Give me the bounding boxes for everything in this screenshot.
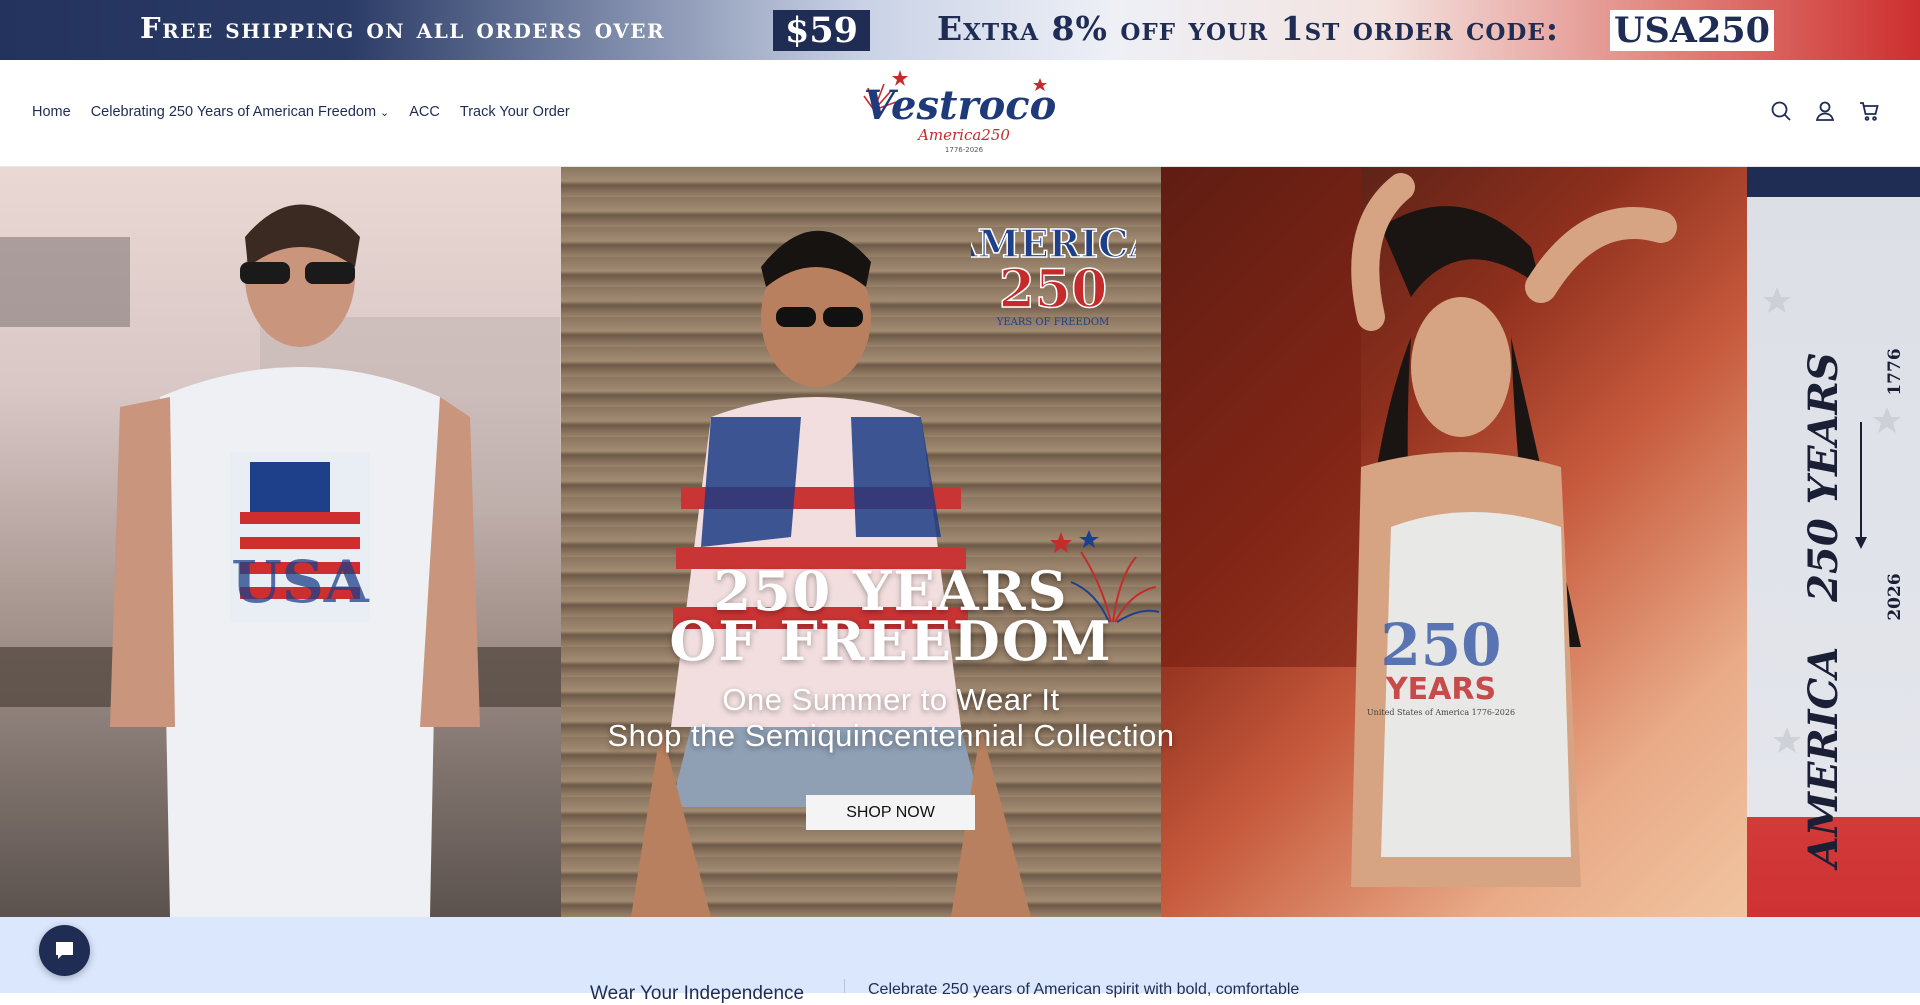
hero-panel-woman: 250 YEARS United States of America 1776-… xyxy=(1161,167,1747,917)
hero-sub-line-2: Shop the Semiquincentennial Collection xyxy=(607,718,1175,753)
nav-home[interactable]: Home xyxy=(32,104,71,120)
hero-subheadline: One Summer to Wear It Shop the Semiquinc… xyxy=(561,682,1221,754)
shirt-right-word: YEARS xyxy=(1385,672,1496,707)
side-text-america: AMERICA xyxy=(1800,647,1847,872)
account-icon[interactable] xyxy=(1814,100,1836,122)
search-icon[interactable] xyxy=(1770,100,1792,122)
america-250-badge: AMERICA 250 YEARS OF FREEDOM xyxy=(971,220,1136,328)
badge-sub-text: YEARS OF FREEDOM xyxy=(996,317,1110,328)
hero-banner[interactable]: USA AMERICA 250 YEARS OF FREEDOM xyxy=(0,167,1920,917)
promo-shipping-text: Free shipping on all orders over xyxy=(140,11,666,45)
intro-divider xyxy=(844,979,845,993)
shirt-right-number: 250 xyxy=(1380,611,1501,679)
nav-celebrating-label: Celebrating 250 Years of American Freedo… xyxy=(90,104,377,120)
hero-sub-line-1: One Summer to Wear It xyxy=(722,682,1060,717)
site-header: Home Celebrating 250 Years of American F… xyxy=(0,60,1920,167)
side-text-years: 250 YEARS xyxy=(1800,352,1847,603)
side-banner-graphic: 250 YEARS AMERICA 1776 2026 xyxy=(1763,287,1905,872)
promo-code: USA250 xyxy=(1610,10,1774,51)
chevron-down-icon: ⌄ xyxy=(380,107,390,119)
chat-button[interactable] xyxy=(39,925,90,976)
badge-number-text: 250 xyxy=(999,259,1108,320)
shirt-left-text: USA xyxy=(231,548,369,616)
header-icons xyxy=(1770,100,1880,122)
main-nav: Home Celebrating 250 Years of American F… xyxy=(32,104,570,120)
logo-tagline: America250 xyxy=(916,126,1010,144)
arrow-down-icon xyxy=(1855,422,1867,549)
hero-headline-line-2: OF FREEDOM xyxy=(669,609,1113,673)
250-years-print: 250 YEARS United States of America 1776-… xyxy=(1367,611,1515,717)
logo-brand-text: Vestroco xyxy=(864,82,1057,129)
usa-flag-print: USA xyxy=(230,452,370,622)
brand-logo[interactable]: Vestroco America250 1776-2026 xyxy=(860,66,1060,160)
intro-heading: Wear Your Independence xyxy=(590,983,805,1004)
intro-section: Wear Your Independence Celebrate 250 yea… xyxy=(0,917,1920,1004)
model-illustration-right xyxy=(1161,167,1677,887)
nav-acc[interactable]: ACC xyxy=(409,104,440,120)
promo-discount-text: Extra 8% off your 1st order code: xyxy=(937,9,1560,48)
cart-icon[interactable] xyxy=(1858,100,1880,122)
side-year-start: 1776 xyxy=(1885,348,1905,395)
intro-text: Celebrate 250 years of American spirit w… xyxy=(868,981,1300,998)
hero-panel-man-left: USA xyxy=(0,167,561,917)
side-year-end: 2026 xyxy=(1885,573,1905,620)
chat-icon xyxy=(56,942,73,959)
shop-now-button[interactable]: SHOP NOW xyxy=(806,795,975,830)
logo-years: 1776-2026 xyxy=(945,146,984,154)
shirt-right-sub: United States of America 1776-2026 xyxy=(1367,708,1515,717)
hero-headline: 250 YEARS OF FREEDOM xyxy=(561,564,1221,673)
nav-track-order[interactable]: Track Your Order xyxy=(460,104,570,120)
hero-panel-side-banner: 250 YEARS AMERICA 1776 2026 xyxy=(1747,167,1920,917)
nav-celebrating[interactable]: Celebrating 250 Years of American Freedo… xyxy=(91,104,390,120)
promo-threshold: $59 xyxy=(773,10,870,51)
promo-bar: Free shipping on all orders over $59 Ext… xyxy=(0,0,1920,60)
